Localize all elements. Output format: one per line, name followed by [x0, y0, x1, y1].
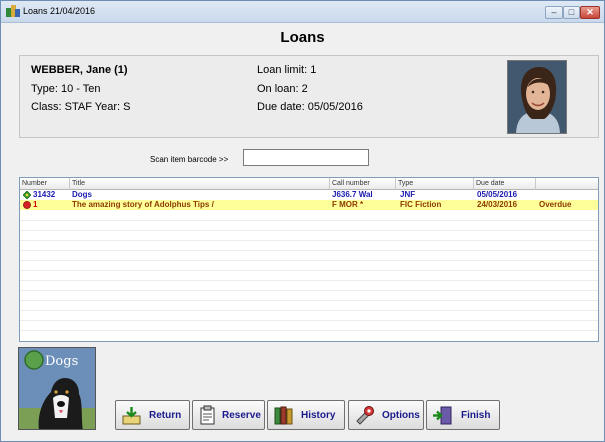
column-header-number[interactable]: Number [20, 178, 70, 190]
column-header-title[interactable]: Title [70, 178, 330, 190]
item-number: 31432 [33, 190, 56, 199]
overdue-icon [23, 201, 31, 209]
barcode-input[interactable] [243, 149, 369, 166]
loans-window: Loans 21/04/2016 – □ ✕ Loans WEBBER, Jan… [0, 0, 605, 442]
finish-button[interactable]: Finish [426, 400, 500, 430]
row-divider [20, 220, 598, 221]
row-divider [20, 250, 598, 251]
return-icon [122, 407, 141, 425]
history-button[interactable]: History [267, 400, 345, 430]
on-loan-count: On loan: 2 [257, 83, 308, 95]
item-title: The amazing story of Adolphus Tips / [72, 200, 214, 209]
reserve-button[interactable]: Reserve [192, 400, 265, 430]
return-button[interactable]: Return [115, 400, 190, 430]
portrait-image [508, 61, 566, 133]
borrower-type: Type: 10 - Ten [31, 83, 101, 95]
due-date: Due date: 05/05/2016 [257, 101, 363, 113]
finish-label: Finish [461, 410, 491, 421]
row-divider [20, 330, 598, 331]
table-row[interactable]: 1 The amazing story of Adolphus Tips / F… [20, 200, 598, 210]
row-divider [20, 270, 598, 271]
row-divider [20, 230, 598, 231]
page-title: Loans [280, 29, 325, 46]
item-status: Overdue [539, 200, 572, 209]
column-header-type[interactable]: Type [396, 178, 474, 190]
history-label: History [301, 410, 336, 421]
options-label: Options [382, 410, 420, 421]
scan-barcode-label: Scan item barcode >> [150, 155, 229, 164]
maximize-button[interactable]: □ [563, 6, 580, 19]
close-button[interactable]: ✕ [580, 6, 600, 19]
window-title: Loans 21/04/2016 [23, 6, 96, 16]
row-divider [20, 280, 598, 281]
loans-table[interactable]: Number Title Call number Type Due date 3… [19, 177, 599, 342]
column-header-call-number[interactable]: Call number [330, 178, 396, 190]
options-button[interactable]: Options [348, 400, 424, 430]
item-number: 1 [33, 200, 38, 209]
column-header-status[interactable] [536, 178, 598, 190]
borrower-panel: WEBBER, Jane (1) Type: 10 - Ten Class: S… [19, 55, 599, 138]
row-divider [20, 320, 598, 321]
item-call-number: J636.7 Wal [332, 190, 373, 199]
app-icon [6, 5, 20, 17]
cover-title: Dogs [45, 354, 78, 369]
column-header-due-date[interactable]: Due date [474, 178, 536, 190]
reserve-icon [200, 405, 215, 425]
item-title: Dogs [72, 190, 92, 199]
book-cover: Dogs [18, 347, 96, 430]
borrower-name: WEBBER, Jane (1) [31, 64, 128, 76]
available-icon [23, 191, 31, 199]
minimize-button[interactable]: – [545, 6, 563, 19]
options-icon [356, 406, 374, 425]
item-type: FIC Fiction [400, 200, 442, 209]
row-divider [20, 310, 598, 311]
item-due-date: 05/05/2016 [477, 190, 518, 199]
borrower-photo [507, 60, 567, 134]
row-divider [20, 290, 598, 291]
item-type: JNF [400, 190, 416, 199]
finish-icon [433, 406, 452, 425]
title-bar[interactable]: Loans 21/04/2016 – □ ✕ [1, 1, 604, 23]
item-due-date: 24/03/2016 [477, 200, 518, 209]
table-row[interactable]: 31432 Dogs J636.7 Wal JNF 05/05/2016 [20, 190, 598, 200]
row-divider [20, 300, 598, 301]
history-icon [274, 406, 293, 425]
item-call-number: F MOR * [332, 200, 364, 209]
book-cover-image: Dogs [19, 348, 95, 429]
row-divider [20, 240, 598, 241]
loan-limit: Loan limit: 1 [257, 64, 317, 76]
return-label: Return [149, 410, 182, 421]
reserve-label: Reserve [222, 410, 261, 421]
table-header: Number Title Call number Type Due date [20, 178, 598, 190]
row-divider [20, 260, 598, 261]
borrower-class-year: Class: STAF Year: S [31, 101, 131, 113]
